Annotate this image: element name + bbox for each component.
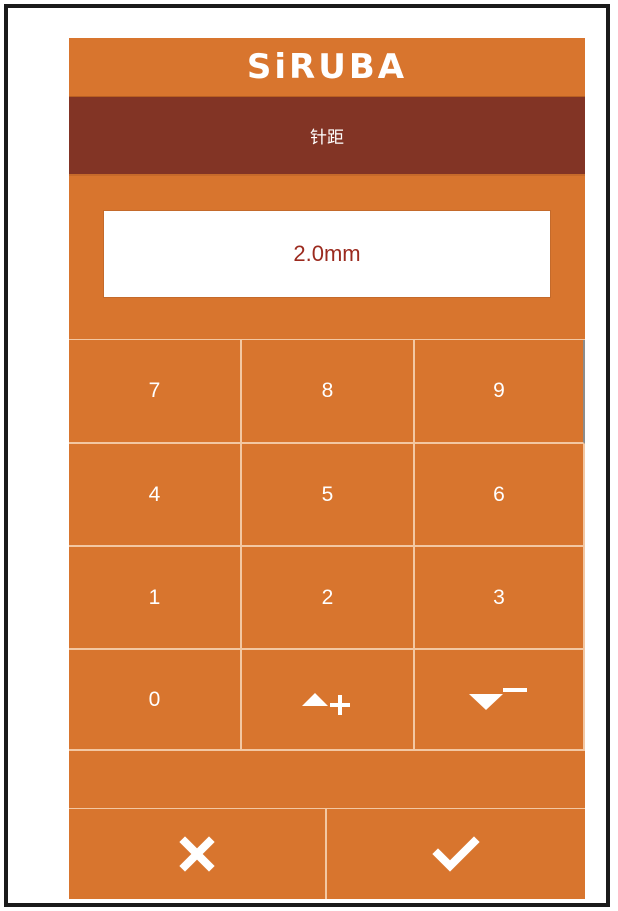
siruba-logo: SiRUBA	[246, 47, 408, 87]
key-1-label: 1	[148, 585, 161, 609]
close-icon	[177, 834, 217, 874]
key-3[interactable]: 3	[415, 547, 585, 650]
page-title: 针距	[310, 128, 344, 148]
value-text: 2.0mm	[293, 241, 361, 266]
key-9[interactable]: 9	[415, 340, 585, 444]
key-7-label: 7	[148, 379, 161, 402]
action-row	[69, 808, 585, 899]
cancel-button[interactable]	[69, 809, 327, 899]
key-3-label: 3	[493, 585, 505, 609]
spacer-strip	[69, 751, 585, 808]
key-2-label: 2	[321, 585, 334, 609]
key-0-label: 0	[148, 687, 161, 711]
key-6-label: 6	[493, 482, 505, 506]
triangle-up-plus-icon	[298, 682, 358, 718]
triangle-down-minus-icon	[465, 682, 533, 718]
key-2[interactable]: 2	[242, 547, 415, 650]
key-0[interactable]: 0	[69, 650, 242, 751]
title-bar: 针距	[69, 97, 585, 176]
key-1[interactable]: 1	[69, 547, 242, 650]
screen-frame: SiRUBA 针距 2.0mm 7 8 9 4 5 6 1 2 3 0	[4, 4, 610, 907]
increment-button[interactable]	[242, 650, 415, 751]
key-4-label: 4	[148, 482, 161, 506]
decrement-button[interactable]	[415, 650, 585, 751]
value-display[interactable]: 2.0mm	[103, 210, 551, 298]
key-5-label: 5	[321, 482, 334, 506]
key-9-label: 9	[493, 379, 505, 402]
key-7[interactable]: 7	[69, 340, 242, 444]
key-4[interactable]: 4	[69, 444, 242, 547]
brand-bar: SiRUBA	[69, 38, 585, 97]
checkmark-icon	[432, 834, 480, 874]
key-8[interactable]: 8	[242, 340, 415, 444]
key-5[interactable]: 5	[242, 444, 415, 547]
key-6[interactable]: 6	[415, 444, 585, 547]
confirm-button[interactable]	[327, 809, 585, 899]
key-8-label: 8	[321, 379, 334, 402]
keypad: 7 8 9 4 5 6 1 2 3 0	[69, 339, 585, 751]
numeric-input-panel: SiRUBA 针距 2.0mm 7 8 9 4 5 6 1 2 3 0	[69, 38, 585, 899]
